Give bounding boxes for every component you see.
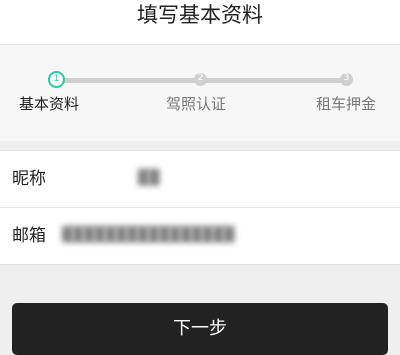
step-3-label: 租车押金 — [316, 95, 377, 113]
progress-stepper: 1 基本资料 2 驾照认证 3 租车押金 — [0, 45, 400, 141]
navigation-bar: 填写基本资料 — [0, 0, 400, 45]
page-title: 填写基本资料 — [137, 3, 263, 27]
step-1-label: 基本资料 — [19, 95, 80, 113]
email-field[interactable]: ████████████████ — [62, 224, 234, 246]
nickname-row[interactable]: 昵称 ██ — [0, 151, 400, 207]
next-step-button[interactable]: 下一步 — [12, 303, 388, 355]
step-1-indicator: 1 — [48, 71, 65, 88]
email-row[interactable]: 邮箱 ████████████████ — [0, 207, 400, 264]
step-2-indicator: 2 — [194, 73, 207, 86]
step-2-label: 驾照认证 — [166, 95, 227, 113]
basic-info-form: 昵称 ██ 邮箱 ████████████████ — [0, 150, 400, 265]
step-3-indicator: 3 — [340, 73, 353, 86]
nickname-label: 昵称 — [12, 169, 46, 189]
email-label: 邮箱 — [12, 226, 46, 246]
nickname-field[interactable]: ██ — [138, 167, 160, 189]
